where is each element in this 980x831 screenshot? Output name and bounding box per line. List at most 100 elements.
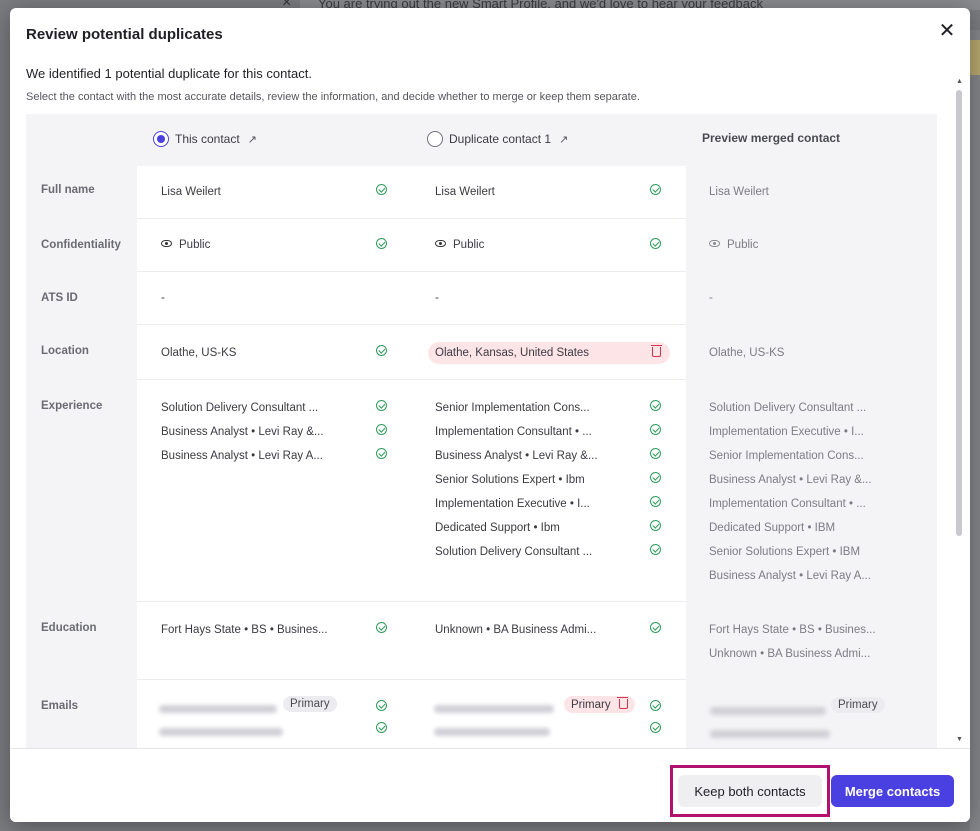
row-label-emails: Emails (41, 700, 79, 712)
preview-experience-item: Implementation Consultant • ... (709, 498, 866, 510)
row-divider (137, 601, 686, 602)
check-icon (376, 722, 387, 733)
dup-confidentiality: Public (435, 239, 484, 251)
primary-chip: Primary (283, 696, 337, 712)
this-ats-id: - (161, 292, 165, 304)
comparison-table: This contact ↗ Duplicate contact 1 ↗ Pre… (26, 114, 937, 748)
preview-full-name: Lisa Weilert (709, 186, 769, 198)
preview-primary-badge: Primary (831, 697, 885, 713)
row-divider (137, 324, 686, 325)
this-contact-radio[interactable] (153, 131, 169, 147)
dup-ats-id: - (435, 292, 439, 304)
row-divider (137, 379, 686, 380)
check-icon (376, 622, 387, 633)
preview-experience-item: Implementation Executive • I... (709, 426, 864, 438)
check-icon (650, 238, 661, 249)
preview-label: Preview merged contact (702, 131, 841, 145)
preview-ats-id: - (709, 292, 713, 304)
redacted-email (159, 728, 283, 736)
eye-icon (161, 240, 172, 247)
this-confidentiality: Public (161, 239, 210, 251)
trash-icon[interactable] (617, 697, 629, 709)
check-icon (650, 448, 661, 459)
merge-contacts-button[interactable]: Merge contacts (831, 775, 954, 807)
check-icon (650, 424, 661, 435)
scroll-down-icon[interactable]: ▼ (956, 736, 963, 743)
preview-experience-item: Dedicated Support • IBM (709, 522, 836, 534)
this-education-item: Fort Hays State • BS • Busines... (161, 624, 328, 636)
primary-chip: Primary (564, 696, 635, 713)
preview-confidentiality: Public (709, 239, 758, 251)
primary-badge-conflict: Primary (564, 696, 635, 713)
check-icon (650, 622, 661, 633)
preview-education-item: Unknown • BA Business Admi... (709, 648, 871, 660)
check-icon (650, 520, 661, 531)
this-contact-label: This contact (175, 132, 240, 146)
background-accent (970, 40, 980, 75)
scrollbar[interactable]: ▲ ▼ (954, 78, 964, 750)
preview-experience-item: Business Analyst • Levi Ray &... (709, 474, 872, 486)
external-link-icon[interactable]: ↗ (248, 133, 257, 146)
check-icon (650, 496, 661, 507)
this-experience-item: Solution Delivery Consultant ... (161, 402, 319, 414)
dup-experience-item: Senior Implementation Cons... (435, 402, 590, 414)
preview-header: Preview merged contact (702, 131, 840, 145)
dup-experience-item: Solution Delivery Consultant ... (435, 546, 593, 558)
check-icon (376, 700, 387, 711)
redacted-email (159, 705, 277, 713)
close-icon[interactable]: ✕ (937, 21, 957, 42)
row-label-full-name: Full name (41, 184, 95, 196)
row-label-experience: Experience (41, 400, 103, 412)
redacted-email (710, 707, 826, 715)
duplicates-modal: Review potential duplicates ✕ We identif… (10, 8, 970, 822)
primary-chip-label: Primary (571, 699, 611, 711)
check-icon (650, 400, 661, 411)
primary-badge: Primary (283, 696, 337, 712)
check-icon (376, 345, 387, 356)
modal-body[interactable]: We identified 1 potential duplicate for … (10, 56, 970, 748)
row-label-education: Education (41, 622, 97, 634)
dup-education-item: Unknown • BA Business Admi... (435, 624, 597, 636)
this-experience-item: Business Analyst • Levi Ray &... (161, 426, 324, 438)
modal-footer: Keep both contacts Merge contacts (10, 748, 970, 822)
redacted-email (434, 728, 550, 736)
check-icon (376, 400, 387, 411)
dup-experience-item: Senior Solutions Expert • Ibm (435, 474, 585, 486)
subtitle-text: Select the contact with the most accurat… (26, 91, 640, 103)
duplicate-contact-header[interactable]: Duplicate contact 1 ↗ (427, 131, 568, 147)
duplicate-contact-radio[interactable] (427, 131, 443, 147)
eye-icon (709, 240, 720, 247)
preview-experience-item: Senior Solutions Expert • IBM (709, 546, 861, 558)
dup-experience-item: Dedicated Support • Ibm (435, 522, 560, 534)
dup-experience-item: Business Analyst • Levi Ray &... (435, 450, 598, 462)
redacted-email (434, 705, 554, 713)
preview-experience-item: Business Analyst • Levi Ray A... (709, 570, 871, 582)
row-label-ats-id: ATS ID (41, 292, 78, 304)
row-label-confidentiality: Confidentiality (41, 239, 121, 251)
check-icon (376, 238, 387, 249)
dup-experience-item: Implementation Consultant • ... (435, 426, 592, 438)
trash-icon[interactable] (650, 345, 662, 357)
scrollbar-thumb[interactable] (956, 90, 962, 536)
this-confidentiality-value: Public (179, 239, 211, 251)
duplicate-contact-label: Duplicate contact 1 (449, 132, 552, 146)
scroll-up-icon[interactable]: ▲ (956, 78, 963, 85)
keep-both-contacts-button[interactable]: Keep both contacts (678, 775, 822, 807)
check-icon (376, 448, 387, 459)
preview-experience-item: Senior Implementation Cons... (709, 450, 864, 462)
dup-location: Olathe, Kansas, United States (435, 347, 590, 359)
check-icon (650, 472, 661, 483)
preview-experience-item: Solution Delivery Consultant ... (709, 402, 867, 414)
background-strip (970, 30, 980, 831)
check-icon (650, 700, 661, 711)
this-contact-header[interactable]: This contact ↗ (153, 131, 257, 147)
this-experience-item: Business Analyst • Levi Ray A... (161, 450, 323, 462)
check-icon (376, 184, 387, 195)
redacted-email (710, 730, 830, 738)
external-link-icon[interactable]: ↗ (559, 133, 568, 146)
preview-education-item: Fort Hays State • BS • Busines... (709, 624, 876, 636)
preview-location: Olathe, US-KS (709, 347, 785, 359)
preview-confidentiality-value: Public (727, 239, 759, 251)
check-icon (650, 184, 661, 195)
row-divider (137, 679, 686, 680)
